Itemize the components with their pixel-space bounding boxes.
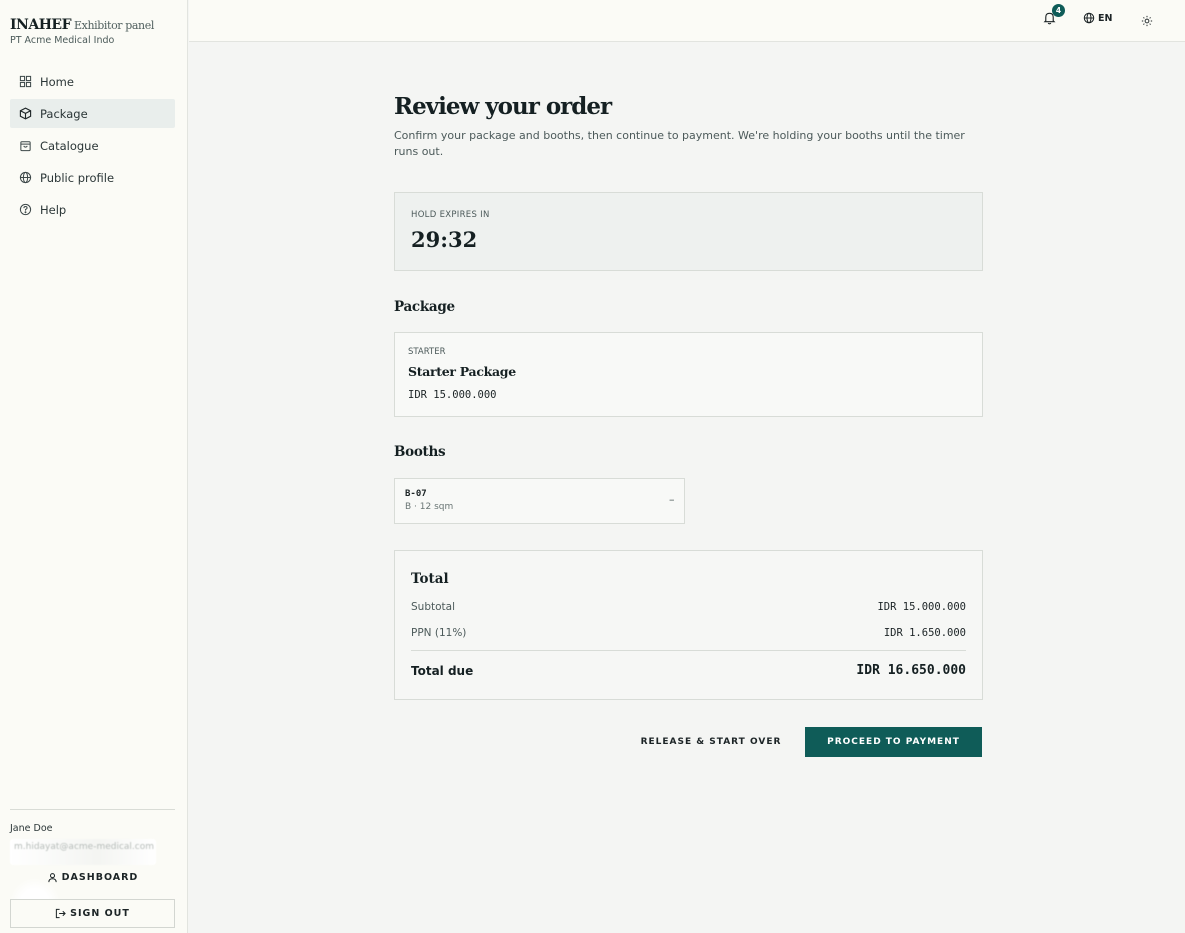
total-due-label: Total due [411,664,474,678]
booth-code: B-07 [405,489,427,499]
globe-icon [1083,12,1095,24]
sign-out-button[interactable]: SIGN OUT [10,899,175,928]
notification-badge: 4 [1052,4,1065,17]
hold-timer-panel: HOLD EXPIRES IN 29:32 [394,192,983,271]
page-title: Review your order [394,93,612,120]
booth-card: B-07 B · 12 sqm – [394,478,685,524]
globe-icon [19,171,32,184]
sidebar-item-label: Home [40,74,74,89]
language-switcher[interactable]: EN [1083,12,1112,24]
release-start-over-button[interactable]: RELEASE & START OVER [630,727,792,757]
package-name: Starter Package [408,364,516,379]
total-divider [411,650,966,651]
sidebar-item-package[interactable]: Package [10,99,175,128]
theme-toggle[interactable] [1141,12,1154,27]
package-heading: Package [394,299,455,315]
sign-out-label: SIGN OUT [70,908,130,919]
booth-remove-button[interactable]: – [669,493,675,506]
subtotal-value: IDR 15.000.000 [877,601,966,613]
topbar: 4 EN [189,0,1185,42]
subtotal-label: Subtotal [411,601,455,613]
company-name: PT Acme Medical Indo [10,35,115,46]
sidebar-item-label: Package [40,106,88,121]
language-label: EN [1098,12,1113,24]
user-name: Jane Doe [10,823,53,834]
tax-label: PPN (11%) [411,627,467,639]
tax-value: IDR 1.650.000 [883,627,966,639]
sign-out-icon [55,908,66,919]
brand-logo[interactable]: INAHEF Exhibitor panel [10,14,154,33]
booth-meta: B · 12 sqm [405,502,454,512]
sidebar-item-home[interactable]: Home [10,67,175,96]
sidebar-item-public-profile[interactable]: Public profile [10,163,175,192]
bag-icon [19,139,32,152]
brand-subtitle: Exhibitor panel [74,19,154,32]
package-card: STARTER Starter Package IDR 15.000.000 [394,332,983,417]
hold-timer: 29:32 [411,227,478,252]
package-tier: STARTER [408,347,446,357]
sun-icon [1141,15,1153,27]
sidebar-item-label: Public profile [40,170,115,185]
sidebar-item-label: Help [40,202,67,217]
total-heading: Total [411,571,449,587]
page-subtitle: Confirm your package and booths, then co… [394,129,965,158]
dashboard-label: DASHBOARD [61,871,139,883]
sidebar-item-label: Catalogue [40,138,99,153]
proceed-to-payment-button[interactable]: PROCEED TO PAYMENT [805,727,982,757]
user-email: m.hidayat@acme-medical.com [10,839,156,865]
hold-label: HOLD EXPIRES IN [411,210,490,220]
grid-icon [19,75,32,88]
box-icon [19,107,32,120]
sidebar-item-help[interactable]: Help [10,195,175,224]
sidebar-nav: Home Package Catalogue Public profile He… [10,67,175,227]
package-price: IDR 15.000.000 [408,389,497,401]
sidebar: INAHEF Exhibitor panel PT Acme Medical In… [0,0,188,933]
sidebar-item-catalogue[interactable]: Catalogue [10,131,175,160]
order-total-panel: Total Subtotal IDR 15.000.000 PPN (11%) … [394,550,983,700]
help-circle-icon [19,203,32,216]
brand-name: INAHEF [10,17,72,33]
total-due-value: IDR 16.650.000 [856,663,966,678]
booths-heading: Booths [394,444,446,460]
sidebar-divider [10,809,175,810]
